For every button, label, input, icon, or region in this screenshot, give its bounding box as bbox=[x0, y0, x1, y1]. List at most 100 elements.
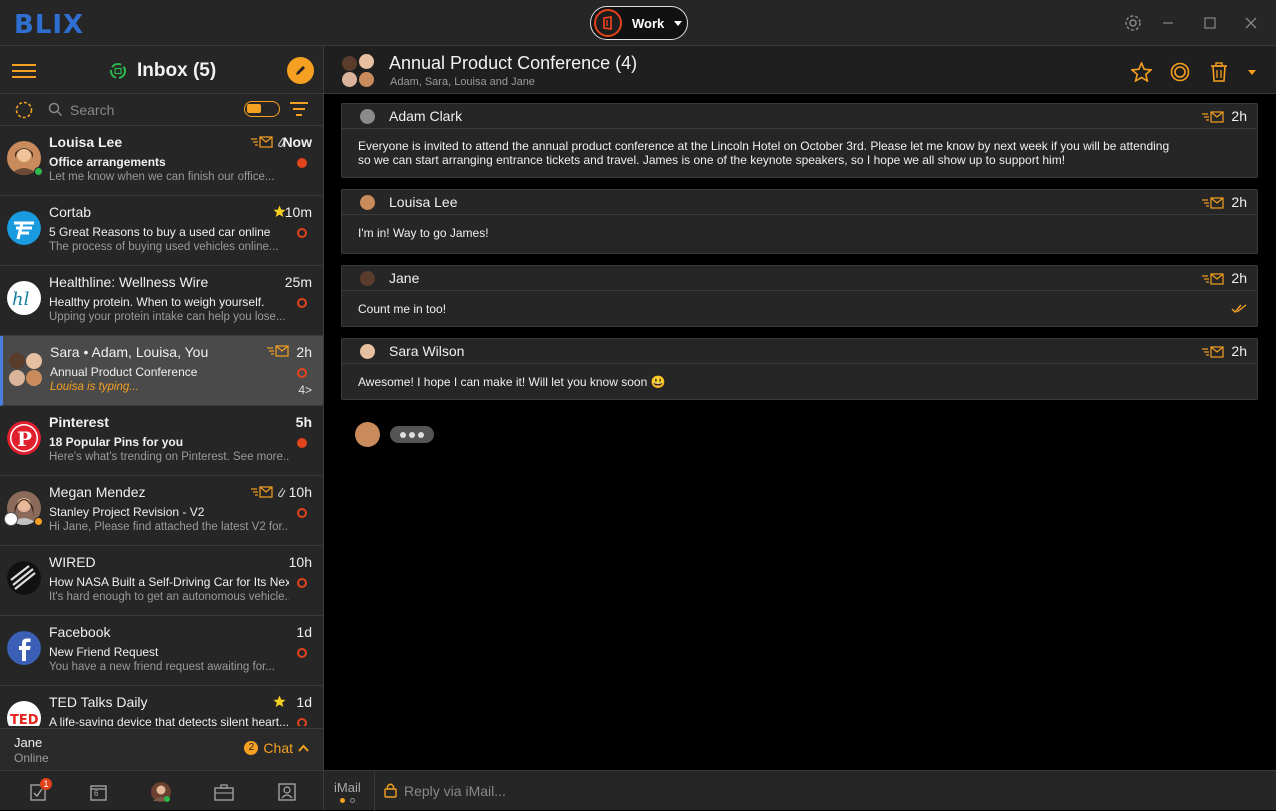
mail-preview: Upping your protein intake can help you … bbox=[49, 311, 286, 323]
contacts-icon[interactable] bbox=[276, 781, 298, 803]
mail-item[interactable]: Megan Mendez Stanley Project Revision - … bbox=[0, 476, 323, 546]
read-dot[interactable] bbox=[297, 228, 307, 238]
mail-sender: Healthline: Wellness Wire bbox=[49, 274, 209, 290]
mail-item[interactable]: hl Healthline: Wellness Wire Healthy pro… bbox=[0, 266, 323, 336]
mail-preview: The process of buying used vehicles onli… bbox=[49, 241, 279, 253]
thread-count: 4> bbox=[298, 383, 312, 397]
message-card[interactable]: Jane 2h Count me in too! bbox=[341, 265, 1258, 327]
read-dot[interactable] bbox=[297, 718, 307, 726]
conversation-panel: Annual Product Conference (4) Adam, Sara… bbox=[324, 46, 1276, 811]
svg-text:hl: hl bbox=[12, 289, 30, 310]
forward-mail-icon bbox=[1202, 111, 1224, 123]
avatar: P bbox=[7, 421, 41, 455]
attachment-icon bbox=[278, 487, 286, 498]
mail-item-selected[interactable]: Sara • Adam, Louisa, You Annual Product … bbox=[0, 336, 323, 406]
online-status-dot bbox=[34, 167, 43, 176]
minimize-icon[interactable] bbox=[1156, 12, 1180, 34]
avatar: TED bbox=[7, 701, 41, 726]
chat-button[interactable]: 2 Chat bbox=[244, 740, 309, 756]
avatar bbox=[360, 271, 375, 286]
briefcase-icon[interactable] bbox=[213, 781, 235, 803]
read-dot[interactable] bbox=[297, 508, 307, 518]
mail-time: 5h bbox=[295, 414, 312, 430]
read-dot[interactable] bbox=[297, 648, 307, 658]
profile-avatar[interactable] bbox=[150, 781, 172, 803]
maximize-icon[interactable] bbox=[1198, 12, 1222, 34]
mail-sender: Facebook bbox=[49, 624, 111, 640]
message-card[interactable]: Adam Clark 2h Everyone is invited to att… bbox=[341, 103, 1258, 178]
calendar-day: 6 bbox=[94, 789, 99, 798]
calendar-icon[interactable]: 6 bbox=[87, 781, 109, 803]
mail-subject: Stanley Project Revision - V2 bbox=[49, 505, 205, 519]
conversation-title: Annual Product Conference (4) bbox=[389, 53, 638, 73]
mark-read-icon[interactable] bbox=[1169, 61, 1191, 83]
mail-item[interactable]: WIRED How NASA Built a Self-Driving Car … bbox=[0, 546, 323, 616]
mail-time: 10m bbox=[284, 204, 312, 220]
avatar bbox=[360, 344, 375, 359]
read-dot[interactable] bbox=[297, 368, 307, 378]
compose-button[interactable] bbox=[287, 57, 314, 84]
unread-filter-toggle[interactable] bbox=[244, 101, 280, 117]
channel-pager-dots[interactable] bbox=[340, 798, 355, 803]
read-receipt-icon bbox=[1231, 304, 1247, 313]
message-body: Everyone is invited to attend the annual… bbox=[358, 139, 1170, 167]
read-dot[interactable] bbox=[297, 578, 307, 588]
inbox-title[interactable]: Inbox (5) bbox=[137, 60, 216, 82]
message-body: Awesome! I hope I can make it! Will let … bbox=[358, 375, 666, 389]
mail-list-panel: Inbox (5) Louisa Lee Office arrangements… bbox=[0, 46, 324, 810]
mail-sender: Cortab bbox=[49, 204, 92, 220]
settings-gear-icon[interactable] bbox=[1121, 12, 1145, 34]
unread-dot[interactable] bbox=[297, 438, 307, 448]
message-sender: Jane bbox=[389, 270, 420, 286]
filter-icon[interactable] bbox=[290, 102, 308, 121]
mail-item[interactable]: Cortab 5 Great Reasons to buy a used car… bbox=[0, 196, 323, 266]
mail-subject: New Friend Request bbox=[49, 645, 159, 659]
svg-text:P: P bbox=[17, 427, 32, 451]
close-icon[interactable] bbox=[1239, 12, 1263, 34]
chevron-down-icon bbox=[674, 20, 683, 26]
mail-sender: Sara • Adam, Louisa, You bbox=[50, 344, 209, 360]
chevron-up-icon bbox=[298, 744, 309, 752]
search-icon bbox=[48, 102, 63, 122]
avatar bbox=[360, 195, 375, 210]
mail-item[interactable]: TED TED Talks Daily A life-saving device… bbox=[0, 686, 323, 726]
trash-icon[interactable] bbox=[1208, 61, 1230, 83]
search-row bbox=[0, 94, 323, 126]
search-input[interactable] bbox=[70, 99, 230, 121]
star-icon bbox=[273, 695, 286, 707]
group-avatar bbox=[342, 54, 378, 88]
account-switcher[interactable]: Work bbox=[590, 6, 688, 40]
avatar bbox=[7, 211, 41, 245]
mail-time: Now bbox=[282, 134, 312, 150]
lock-icon bbox=[384, 782, 397, 803]
reply-channel-label[interactable]: iMail bbox=[334, 780, 361, 795]
account-label: Work bbox=[632, 15, 665, 31]
inbox-header: Inbox (5) bbox=[0, 46, 323, 94]
sync-icon[interactable] bbox=[108, 61, 128, 86]
unread-dot[interactable] bbox=[297, 158, 307, 168]
forward-mail-icon bbox=[1202, 197, 1224, 209]
avatar bbox=[7, 631, 41, 665]
message-card[interactable]: Sara Wilson 2h Awesome! I hope I can mak… bbox=[341, 338, 1258, 400]
message-time: 2h bbox=[1231, 343, 1247, 359]
mail-preview: Hi Jane, Please find attached the latest… bbox=[49, 521, 289, 533]
mail-item[interactable]: Louisa Lee Office arrangements Let me kn… bbox=[0, 126, 323, 196]
avatar bbox=[360, 109, 375, 124]
bottom-nav: 1 6 bbox=[0, 770, 323, 810]
star-icon[interactable] bbox=[1130, 61, 1152, 83]
mail-item[interactable]: Facebook New Friend Request You have a n… bbox=[0, 616, 323, 686]
mail-item[interactable]: P Pinterest 18 Popular Pins for you Here… bbox=[0, 406, 323, 476]
hamburger-menu-icon[interactable] bbox=[12, 64, 36, 78]
tasks-icon[interactable]: 1 bbox=[27, 778, 52, 803]
reply-input[interactable] bbox=[404, 781, 804, 801]
message-card[interactable]: Louisa Lee 2h I'm in! Way to go James! bbox=[341, 189, 1258, 254]
read-dot[interactable] bbox=[297, 298, 307, 308]
conversation-header: Annual Product Conference (4) Adam, Sara… bbox=[324, 46, 1276, 94]
more-options-chevron-icon[interactable] bbox=[1241, 61, 1263, 83]
typing-user-avatar bbox=[355, 422, 380, 447]
avatar: hl bbox=[7, 281, 41, 315]
forward-mail-icon bbox=[1202, 273, 1224, 285]
mail-subject: A life-saving device that detects silent… bbox=[49, 715, 289, 726]
loading-circle-icon[interactable] bbox=[14, 100, 34, 125]
forward-mail-icon bbox=[251, 135, 273, 148]
